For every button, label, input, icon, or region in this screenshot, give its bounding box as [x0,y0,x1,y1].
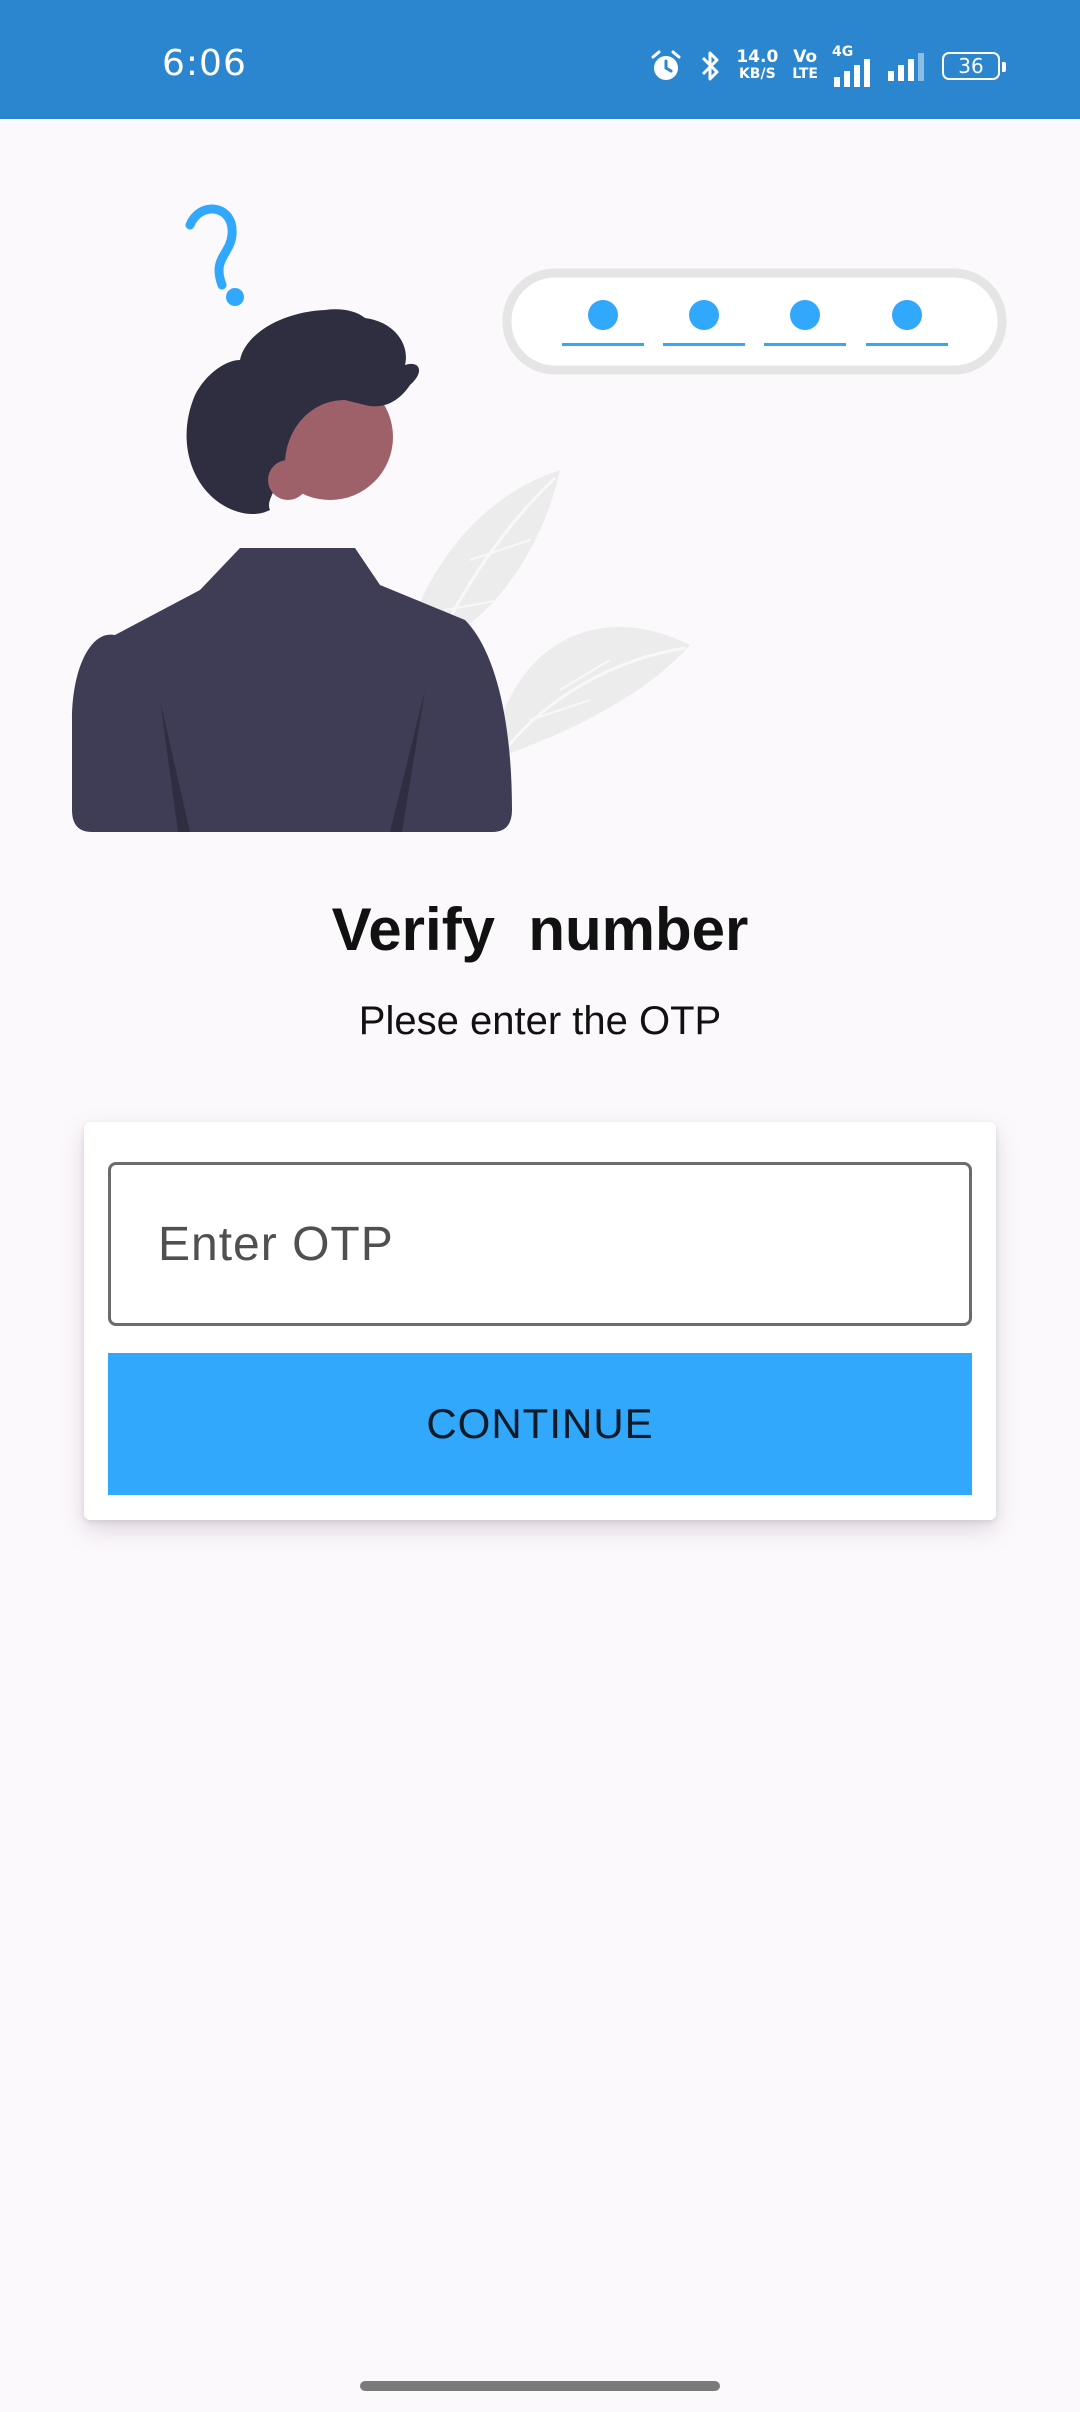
status-icons: 14.0 KB/S Vo LTE 4G 36 [648,45,1006,87]
otp-card: CONTINUE [84,1122,996,1520]
battery-icon: 36 [942,52,1006,80]
volte-indicator: Vo LTE [792,49,818,83]
otp-bubble-icon [502,268,1007,375]
page-title: Verify number [331,896,749,963]
bluetooth-icon [702,51,719,81]
volte-bottom: LTE [792,66,818,82]
status-time: 6:06 [162,43,247,84]
status-bar: 6:06 14.0 KB/S Vo LTE 4G 36 [0,0,1080,119]
signal-icon [834,59,870,87]
signal-icon [888,53,924,81]
verification-illustration [72,204,1007,832]
net-speed-unit: KB/S [738,66,776,82]
home-indicator[interactable] [360,2381,720,2391]
otp-input[interactable] [108,1162,972,1326]
signal-sim1: 4G [832,45,872,87]
question-mark-icon [185,204,244,306]
network-speed: 14.0 KB/S [736,49,778,83]
network-type: 4G [832,44,854,60]
volte-top: Vo [793,47,818,67]
continue-button[interactable]: CONTINUE [108,1353,972,1495]
alarm-icon [651,50,681,80]
page-subtitle: Plese enter the OTP [358,999,722,1043]
battery-level: 36 [958,54,984,78]
net-speed-value: 14.0 [736,47,779,67]
